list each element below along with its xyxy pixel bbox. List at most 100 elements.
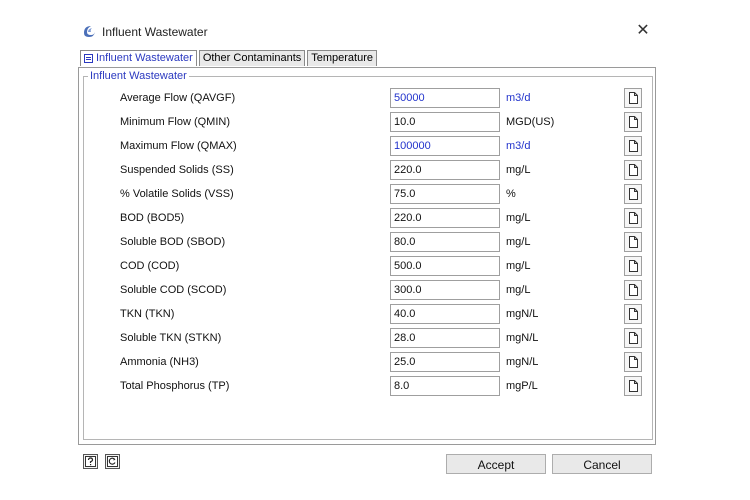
- param-label: Average Flow (QAVGF): [120, 92, 236, 104]
- param-note-button[interactable]: [624, 112, 642, 132]
- param-label: TKN (TKN): [120, 308, 175, 320]
- param-input[interactable]: [390, 352, 500, 372]
- accept-button[interactable]: Accept: [446, 454, 546, 474]
- document-icon: [629, 164, 638, 176]
- form-icon: [84, 54, 93, 63]
- document-icon: [629, 308, 638, 320]
- param-label: BOD (BOD5): [120, 212, 185, 224]
- param-unit: mg/L: [506, 164, 531, 176]
- param-note-button[interactable]: [624, 304, 642, 324]
- param-row-scod: Soluble COD (SCOD) mg/L: [84, 280, 650, 302]
- param-note-button[interactable]: [624, 328, 642, 348]
- tab-panel: Influent Wastewater Average Flow (QAVGF)…: [78, 67, 656, 445]
- tab-other-contaminants[interactable]: Other Contaminants: [198, 50, 306, 66]
- tab-influent-wastewater[interactable]: Influent Wastewater: [80, 50, 197, 66]
- param-row-bod5: BOD (BOD5) mg/L: [84, 208, 650, 230]
- param-unit: mg/L: [506, 260, 531, 272]
- title-bar: Influent Wastewater ✕: [76, 14, 660, 48]
- param-label: Soluble BOD (SBOD): [120, 236, 226, 248]
- param-input[interactable]: [390, 280, 500, 300]
- param-unit: mg/L: [506, 236, 531, 248]
- param-unit: %: [506, 188, 516, 200]
- param-input[interactable]: [390, 88, 500, 108]
- param-note-button[interactable]: [624, 136, 642, 156]
- param-row-cod: COD (COD) mg/L: [84, 256, 650, 278]
- param-label: COD (COD): [120, 260, 180, 272]
- param-row-vss: % Volatile Solids (VSS) %: [84, 184, 650, 206]
- window-title: Influent Wastewater: [102, 25, 208, 39]
- param-row-tkn: TKN (TKN) mgN/L: [84, 304, 650, 326]
- param-label: % Volatile Solids (VSS): [120, 188, 234, 200]
- param-row-tp: Total Phosphorus (TP) mgP/L: [84, 376, 650, 398]
- param-row-ss: Suspended Solids (SS) mg/L: [84, 160, 650, 182]
- param-row-qmax: Maximum Flow (QMAX) m3/d: [84, 136, 650, 158]
- app-logo-icon: [84, 26, 95, 37]
- document-icon: [629, 284, 638, 296]
- refresh-button[interactable]: [105, 454, 120, 469]
- document-icon: [629, 116, 638, 128]
- param-unit: MGD(US): [506, 116, 555, 128]
- param-input[interactable]: [390, 136, 500, 156]
- dialog-window: Influent Wastewater ✕ Influent Wastewate…: [76, 14, 660, 486]
- param-row-qavgf: Average Flow (QAVGF) m3/d: [84, 88, 650, 110]
- param-note-button[interactable]: [624, 88, 642, 108]
- tab-bar: Influent Wastewater Other Contaminants T…: [80, 50, 379, 67]
- param-unit: m3/d: [506, 140, 531, 152]
- document-icon: [629, 380, 638, 392]
- param-input[interactable]: [390, 256, 500, 276]
- help-icon: [85, 456, 96, 467]
- param-note-button[interactable]: [624, 208, 642, 228]
- param-input[interactable]: [390, 184, 500, 204]
- param-row-qmin: Minimum Flow (QMIN) MGD(US): [84, 112, 650, 134]
- param-row-nh3: Ammonia (NH3) mgN/L: [84, 352, 650, 374]
- param-note-button[interactable]: [624, 160, 642, 180]
- group-title: Influent Wastewater: [88, 70, 189, 82]
- document-icon: [629, 260, 638, 272]
- param-label: Minimum Flow (QMIN): [120, 116, 230, 128]
- param-label: Soluble COD (SCOD): [120, 284, 227, 296]
- param-input[interactable]: [390, 160, 500, 180]
- refresh-icon: [107, 456, 118, 467]
- param-unit: mg/L: [506, 212, 531, 224]
- param-row-sbod: Soluble BOD (SBOD) mg/L: [84, 232, 650, 254]
- param-note-button[interactable]: [624, 232, 642, 252]
- param-label: Maximum Flow (QMAX): [120, 140, 237, 152]
- tab-temperature[interactable]: Temperature: [307, 50, 378, 66]
- document-icon: [629, 356, 638, 368]
- param-unit: m3/d: [506, 92, 531, 104]
- param-input[interactable]: [390, 328, 500, 348]
- document-icon: [629, 92, 638, 104]
- help-button[interactable]: [83, 454, 98, 469]
- document-icon: [629, 188, 638, 200]
- param-label: Ammonia (NH3): [120, 356, 199, 368]
- param-label: Total Phosphorus (TP): [120, 380, 230, 392]
- influent-group: Influent Wastewater Average Flow (QAVGF)…: [83, 70, 653, 440]
- document-icon: [629, 140, 638, 152]
- param-note-button[interactable]: [624, 280, 642, 300]
- param-unit: mgN/L: [506, 308, 539, 320]
- cancel-button[interactable]: Cancel: [552, 454, 652, 474]
- param-unit: mgP/L: [506, 380, 538, 392]
- param-input[interactable]: [390, 304, 500, 324]
- param-unit: mg/L: [506, 284, 531, 296]
- document-icon: [629, 212, 638, 224]
- param-note-button[interactable]: [624, 352, 642, 372]
- param-label: Soluble TKN (STKN): [120, 332, 222, 344]
- param-note-button[interactable]: [624, 184, 642, 204]
- document-icon: [629, 332, 638, 344]
- param-note-button[interactable]: [624, 376, 642, 396]
- close-icon: ✕: [636, 22, 650, 39]
- param-unit: mgN/L: [506, 332, 539, 344]
- param-input[interactable]: [390, 376, 500, 396]
- param-input[interactable]: [390, 208, 500, 228]
- button-bar: Accept Cancel: [76, 450, 660, 480]
- tab-label: Influent Wastewater: [96, 52, 193, 64]
- tab-label: Other Contaminants: [202, 52, 302, 64]
- close-button[interactable]: ✕: [632, 20, 654, 42]
- param-input[interactable]: [390, 112, 500, 132]
- document-icon: [629, 236, 638, 248]
- param-note-button[interactable]: [624, 256, 642, 276]
- param-input[interactable]: [390, 232, 500, 252]
- param-row-stkn: Soluble TKN (STKN) mgN/L: [84, 328, 650, 350]
- param-unit: mgN/L: [506, 356, 539, 368]
